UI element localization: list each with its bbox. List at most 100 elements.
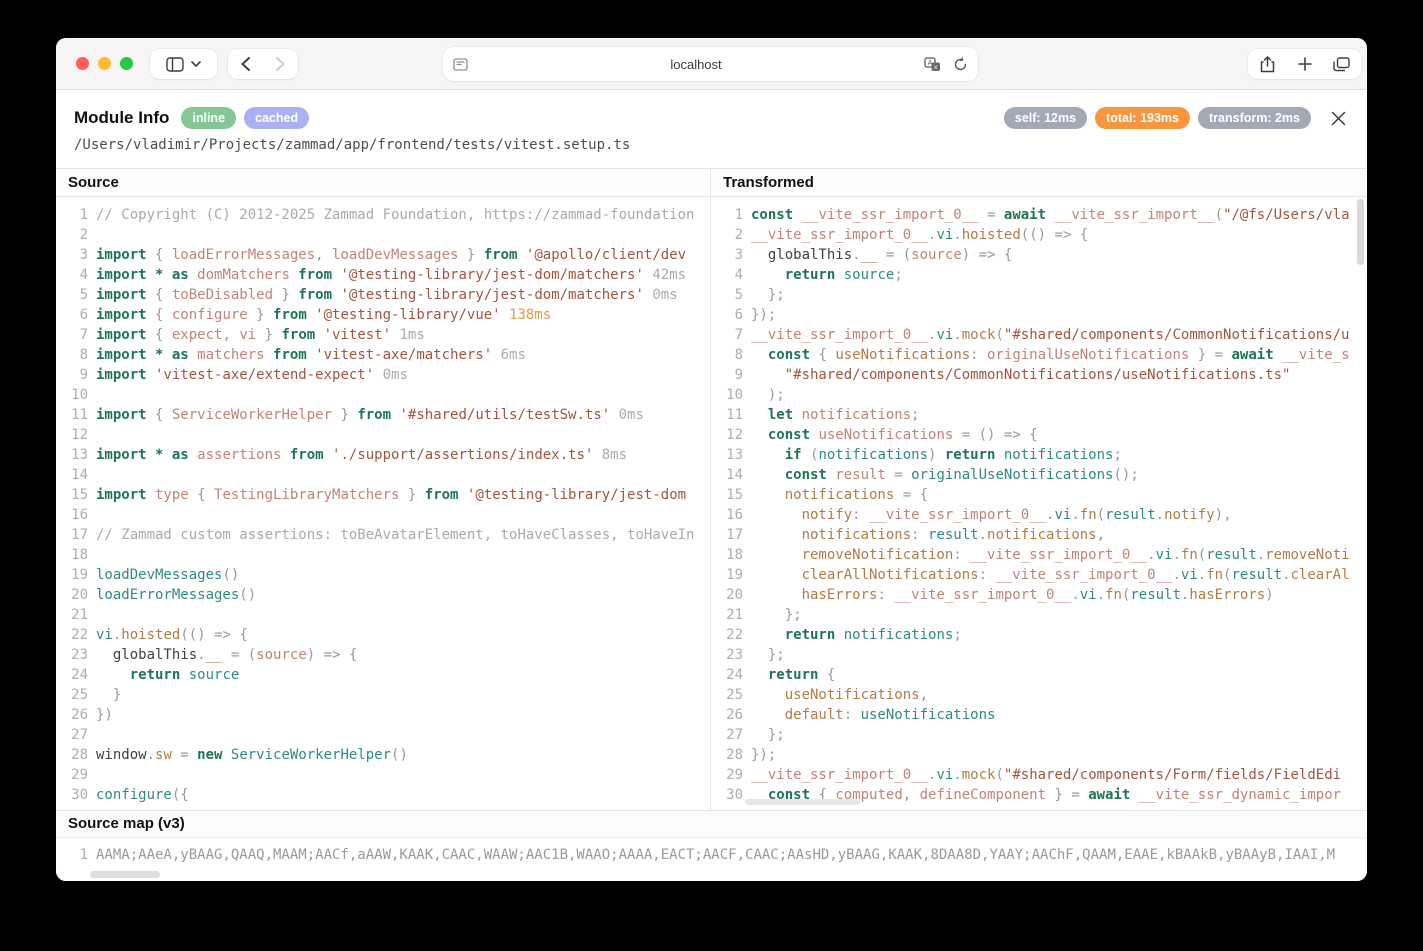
code-line: 1// Copyright (C) 2012-2025 Zammad Found… — [64, 205, 710, 225]
code-line: 23 globalThis.__ = (source) => { — [64, 645, 710, 665]
module-file-path: /Users/vladimir/Projects/zammad/app/fron… — [74, 137, 1349, 153]
badge: transform: 2ms — [1198, 107, 1311, 129]
code-panes: 1// Copyright (C) 2012-2025 Zammad Found… — [56, 197, 1367, 810]
code-line: 25 } — [64, 685, 710, 705]
forward-button[interactable] — [263, 57, 298, 71]
code-line: 10 — [64, 385, 710, 405]
sidebar-toggle-button[interactable] — [150, 49, 217, 79]
code-line: 15 notifications = { — [719, 485, 1367, 505]
sourcemap-title: Source map (v3) — [56, 810, 1367, 838]
code-line: 14 — [64, 465, 710, 485]
code-line: 19 clearAllNotifications: __vite_ssr_imp… — [719, 565, 1367, 585]
tabs-icon — [1333, 57, 1350, 72]
badge: total: 193ms — [1095, 107, 1190, 129]
code-line: 8 const { useNotifications: originalUseN… — [719, 345, 1367, 365]
code-line: 23 }; — [719, 645, 1367, 665]
url-text: localhost — [468, 57, 924, 72]
close-icon — [1331, 111, 1346, 126]
code-line: 17 notifications: result.notifications, — [719, 525, 1367, 545]
code-line: 5import { toBeDisabled } from '@testing-… — [64, 285, 710, 305]
code-line: 26 default: useNotifications — [719, 705, 1367, 725]
sourcemap-line[interactable]: 1 AAMA;AAeA,yBAAG,QAAQ,MAAM;AACf,aAAW,KA… — [56, 838, 1367, 881]
code-line: 7import { expect, vi } from 'vitest' 1ms — [64, 325, 710, 345]
code-line: 11 let notifications; — [719, 405, 1367, 425]
code-line: 24 return { — [719, 665, 1367, 685]
chevron-down-icon — [191, 61, 201, 67]
code-line: 15import type { TestingLibraryMatchers }… — [64, 485, 710, 505]
code-line: 2 — [64, 225, 710, 245]
code-line: 28window.sw = new ServiceWorkerHelper() — [64, 745, 710, 765]
module-badges: inline cached — [181, 107, 309, 129]
code-line: 21 — [64, 605, 710, 625]
code-line: 6import { configure } from '@testing-lib… — [64, 305, 710, 325]
traffic-lights — [76, 57, 133, 70]
share-icon — [1260, 56, 1275, 73]
code-line: 14 const result = originalUseNotificatio… — [719, 465, 1367, 485]
code-line: 18 removeNotification: __vite_ssr_import… — [719, 545, 1367, 565]
browser-window: localhost A x — [56, 38, 1367, 881]
code-line: 3 globalThis.__ = (source) => { — [719, 245, 1367, 265]
window-close-button[interactable] — [76, 57, 89, 70]
back-button[interactable] — [228, 57, 263, 71]
code-line: 18 — [64, 545, 710, 565]
source-code-pane[interactable]: 1// Copyright (C) 2012-2025 Zammad Found… — [56, 197, 710, 810]
code-line: 6}); — [719, 305, 1367, 325]
browser-toolbar: localhost A x — [56, 38, 1367, 90]
transformed-code-pane[interactable]: 1const __vite_ssr_import_0__ = await __v… — [710, 197, 1367, 810]
code-line: 13import * as assertions from './support… — [64, 445, 710, 465]
window-minimize-button[interactable] — [98, 57, 111, 70]
code-line: 26}) — [64, 705, 710, 725]
pane-headers: Source Transformed — [56, 168, 1367, 197]
code-line: 5 }; — [719, 285, 1367, 305]
sidebar-icon — [166, 57, 184, 72]
plus-icon — [1298, 57, 1312, 71]
address-bar[interactable]: localhost A x — [443, 47, 978, 81]
reload-icon[interactable] — [953, 57, 968, 72]
code-line: 10 ); — [719, 385, 1367, 405]
share-button[interactable] — [1249, 56, 1286, 73]
code-line: 17// Zammad custom assertions: toBeAvata… — [64, 525, 710, 545]
translate-icon[interactable]: A x — [924, 57, 941, 72]
code-line: 24 return source — [64, 665, 710, 685]
badge: cached — [244, 107, 309, 129]
code-line: 16 notify: __vite_ssr_import_0__.vi.fn(r… — [719, 505, 1367, 525]
code-line: 8import * as matchers from 'vitest-axe/m… — [64, 345, 710, 365]
code-line: 25 useNotifications, — [719, 685, 1367, 705]
code-line: 12 const useNotifications = () => { — [719, 425, 1367, 445]
badge: inline — [181, 107, 236, 129]
code-line: 1const __vite_ssr_import_0__ = await __v… — [719, 205, 1367, 225]
code-line: 30configure({ — [64, 785, 710, 805]
page-format-icon[interactable] — [453, 58, 468, 71]
code-line: 27 — [64, 725, 710, 745]
code-line: 22 return notifications; — [719, 625, 1367, 645]
module-info-header: Module Info inlinecached self: 12mstotal… — [56, 90, 1367, 168]
vertical-scrollbar-thumb[interactable] — [1357, 199, 1364, 265]
code-line: 3import { loadErrorMessages, loadDevMess… — [64, 245, 710, 265]
horizontal-scrollbar-thumb[interactable] — [745, 799, 860, 805]
toolbar-right-buttons — [1248, 49, 1361, 79]
close-panel-button[interactable] — [1327, 107, 1349, 129]
code-line: 4import * as domMatchers from '@testing-… — [64, 265, 710, 285]
code-line: 9 "#shared/components/CommonNotification… — [719, 365, 1367, 385]
horizontal-scrollbar-thumb[interactable] — [90, 871, 160, 878]
code-line: 22vi.hoisted(() => { — [64, 625, 710, 645]
tab-overview-button[interactable] — [1323, 57, 1360, 72]
code-line: 19loadDevMessages() — [64, 565, 710, 585]
sourcemap-mappings: AAMA;AAeA,yBAAG,QAAQ,MAAM;AACf,aAAW,KAAK… — [96, 845, 1335, 881]
code-line: 29__vite_ssr_import_0__.vi.mock("#shared… — [719, 765, 1367, 785]
code-line: 27 }; — [719, 725, 1367, 745]
code-line: 28}); — [719, 745, 1367, 765]
window-zoom-button[interactable] — [120, 57, 133, 70]
code-line: 13 if (notifications) return notificatio… — [719, 445, 1367, 465]
page-title: Module Info — [74, 108, 169, 128]
code-line: 16 — [64, 505, 710, 525]
code-line: 4 return source; — [719, 265, 1367, 285]
code-line: 20 hasErrors: __vite_ssr_import_0__.vi.f… — [719, 585, 1367, 605]
new-tab-button[interactable] — [1286, 57, 1323, 71]
nav-buttons — [228, 49, 298, 79]
transformed-pane-title: Transformed — [710, 169, 1367, 196]
code-line: 9import 'vitest-axe/extend-expect' 0ms — [64, 365, 710, 385]
code-line: 2__vite_ssr_import_0__.vi.hoisted(() => … — [719, 225, 1367, 245]
code-line: 11import { ServiceWorkerHelper } from '#… — [64, 405, 710, 425]
code-line: 21 }; — [719, 605, 1367, 625]
